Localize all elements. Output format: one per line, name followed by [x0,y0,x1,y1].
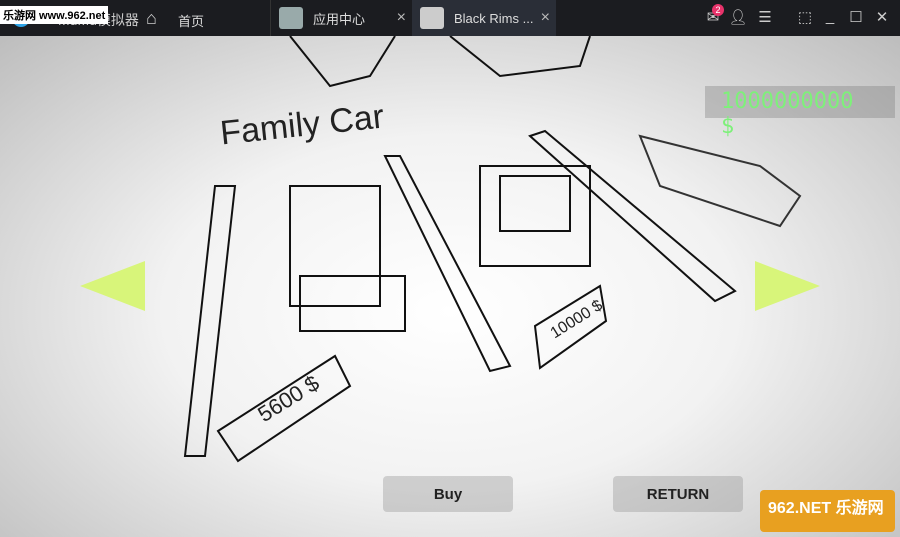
building-shape [449,36,591,78]
corner-logo: 962.NET 乐游网 [760,490,895,532]
home-tab[interactable]: 首页 [178,11,204,30]
money-display: 1000000000 $ [705,86,895,139]
title-bar: MuMu模拟器 乐游网 www.962.net ⌂ 首页 应用中心 × Blac… [0,0,900,36]
game-view[interactable]: Family Car 1000000000 $ 5600 $ 10000 $ [0,36,900,537]
car-left-front [299,275,406,332]
car-right-cabin [499,175,571,232]
parking-line [383,155,512,373]
game-icon [420,7,444,29]
minimize-icon[interactable]: _ [820,8,840,25]
arrow-left-icon[interactable] [80,261,145,311]
watermark: 乐游网 www.962.net [0,6,109,24]
tab-label: Black Rims ... [454,10,534,26]
home-icon[interactable]: ⌂ [146,8,157,29]
menu-icon[interactable]: ☰ [755,8,775,26]
building-shape [289,36,396,88]
car-left [289,185,381,307]
close-window-icon[interactable]: ✕ [872,8,892,26]
car-right [479,165,591,267]
maximize-icon[interactable]: ☐ [846,8,866,26]
user-icon[interactable]: 👤︎ [728,8,748,26]
close-tab-icon[interactable]: × [397,9,406,27]
app-center-icon [279,7,303,29]
car-background [638,134,802,228]
tab-black-rims[interactable]: Black Rims ... × [412,0,556,36]
parking-line [528,129,737,303]
buy-button[interactable]: Buy [383,476,513,512]
parking-line [183,185,237,457]
mail-badge: 2 [712,4,724,16]
tab-label: 应用中心 [313,11,366,27]
return-button[interactable]: RETURN [613,476,743,512]
tab-app-center[interactable]: 应用中心 × [270,0,412,36]
close-tab-icon[interactable]: × [541,9,550,27]
screenshot-icon[interactable]: ⬚ [795,8,815,26]
arrow-right-icon[interactable] [755,261,820,311]
